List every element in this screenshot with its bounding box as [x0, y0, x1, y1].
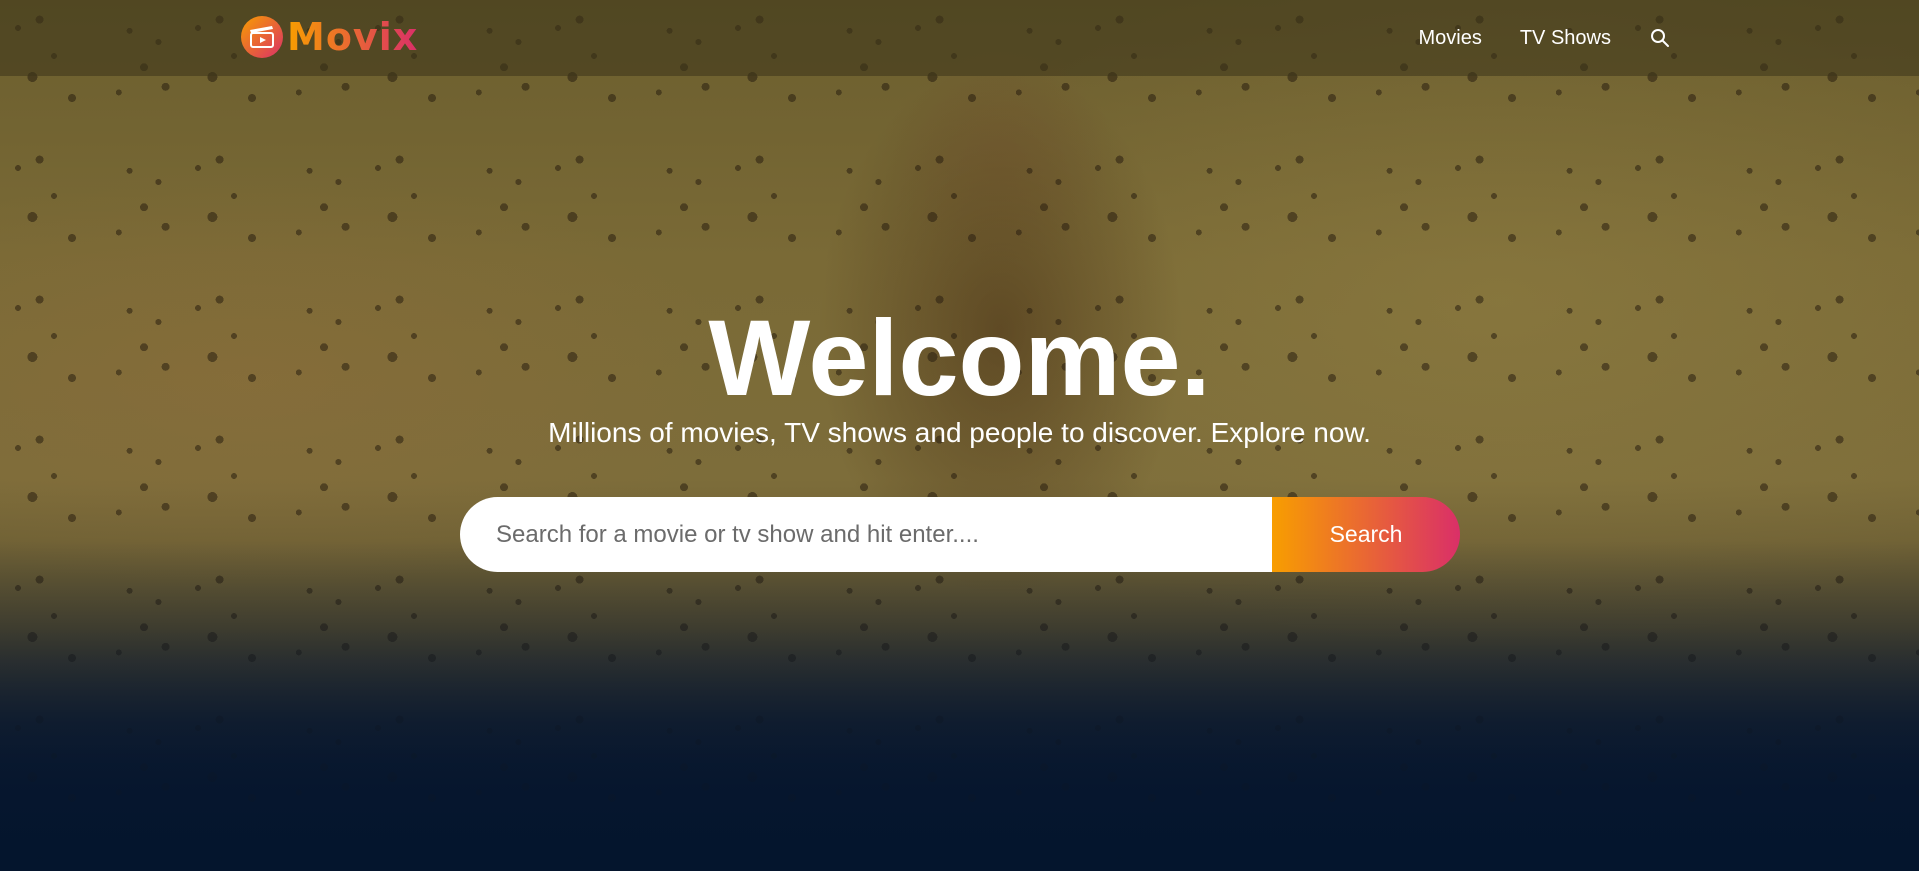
hero-search-bar: Search — [460, 497, 1460, 572]
search-button[interactable]: Search — [1272, 497, 1460, 572]
logo-text: Movix — [287, 15, 419, 59]
hero-content: Welcome. Millions of movies, TV shows an… — [0, 300, 1919, 450]
hero-subtitle: Millions of movies, TV shows and people … — [548, 417, 1371, 448]
nav-item-tv-shows[interactable]: TV Shows — [1520, 27, 1611, 50]
search-input[interactable] — [460, 497, 1272, 572]
main-nav: Movies TV Shows — [1380, 0, 1671, 76]
clapperboard-play-icon — [241, 16, 283, 58]
hero-bottom-fade — [0, 541, 1919, 871]
hero-title: Welcome. — [708, 297, 1211, 418]
logo[interactable]: Movix — [241, 14, 418, 60]
site-header: Movix Movies TV Shows — [0, 0, 1919, 76]
search-icon[interactable] — [1649, 27, 1671, 49]
nav-item-movies[interactable]: Movies — [1418, 27, 1481, 50]
page: Movix Movies TV Shows Welcome. Millions … — [0, 0, 1919, 871]
